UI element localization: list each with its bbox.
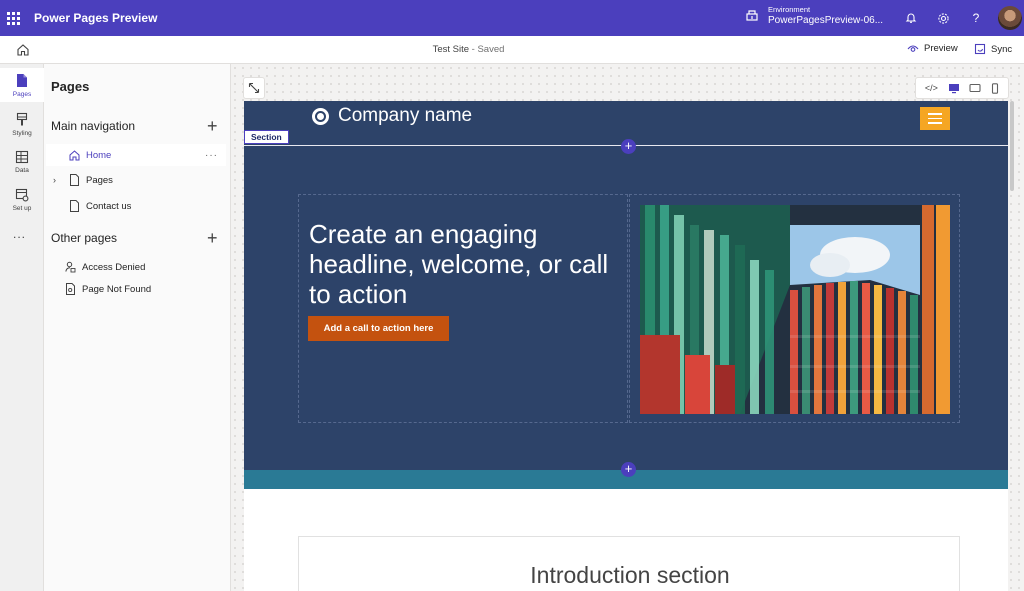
left-rail: Pages Styling Data Set up ... [0,64,44,591]
panel-title: Pages [51,79,90,94]
page-icon [70,174,79,186]
nav-item-label: Contact us [86,200,132,212]
nav-item-home[interactable]: Home ··· [46,144,226,166]
mobile-view-button[interactable] [991,82,999,94]
view-toolbar: </> [915,77,1009,99]
nav-item-page-not-found[interactable]: Page Not Found [46,278,226,300]
code-view-button[interactable]: </> [925,83,938,93]
main-navigation-heading: Main navigation [51,119,136,133]
hero-section[interactable]: Create an engaging headline, welcome, or… [244,146,1008,470]
tablet-view-button[interactable] [969,83,981,93]
rail-label-pages: Pages [12,90,32,98]
code-icon: </> [924,83,938,93]
plus-icon: + [207,116,218,136]
person-lock-icon [65,261,76,273]
pages-panel: Pages Main navigation + Home ··· › Pages… [44,64,231,591]
home-icon [69,150,80,161]
add-other-page-button[interactable]: + [207,228,218,248]
nav-item-label: Page Not Found [82,283,152,295]
call-to-action-button[interactable]: Add a call to action here [308,316,449,341]
site-status: Test Site - Saved [0,44,937,55]
app-top-bar: Power Pages Preview Environment PowerPag… [0,0,1024,36]
command-bar: Test Site - Saved Preview Sync [0,36,1024,64]
hero-image-column[interactable] [629,194,960,423]
add-main-nav-page-button[interactable]: + [207,116,218,136]
plus-icon: + [624,138,633,153]
rail-item-data[interactable]: Data [0,145,44,179]
rail-item-styling[interactable]: Styling [0,107,44,141]
section-label[interactable]: Section [244,130,289,144]
hero-text-column[interactable]: Create an engaging headline, welcome, or… [298,194,628,423]
rail-label-styling: Styling [12,129,32,137]
other-pages-heading: Other pages [51,231,118,245]
environment-label: Environment [768,5,811,14]
site-preview: Company name Create an engaging headline… [244,101,1008,591]
page-icon [17,73,27,87]
hero-headline[interactable]: Create an engaging headline, welcome, or… [309,219,609,309]
sync-label: Sync [991,43,1013,55]
app-launcher-button[interactable] [0,0,26,36]
site-name: Test Site [432,44,470,55]
environment-name: PowerPagesPreview-06... [768,15,884,26]
hamburger-icon [928,113,942,115]
desktop-icon [948,83,959,93]
rail-label-setup: Set up [12,205,32,212]
company-name: Company name [338,105,473,126]
environment-picker[interactable]: Environment PowerPagesPreview-06... [745,4,883,26]
plus-icon: + [624,461,633,476]
rail-more-button[interactable]: ... [13,227,26,241]
nav-item-access-denied[interactable]: Access Denied [46,256,226,278]
introduction-title[interactable]: Introduction section [299,562,961,589]
app-title[interactable]: Power Pages Preview [34,11,157,25]
nav-item-label: Access Denied [82,261,146,273]
page-icon [70,200,79,212]
add-section-button-bottom[interactable]: + [621,462,636,477]
desktop-view-button[interactable] [948,83,960,94]
hero-image[interactable] [640,205,950,414]
sync-icon [974,43,986,55]
eye-icon [907,44,919,52]
chevron-right-icon[interactable]: › [53,175,56,185]
expand-canvas-button[interactable] [243,77,265,99]
rail-item-setup[interactable]: Set up [0,183,44,217]
nav-item-label: Home [86,149,112,161]
preview-button[interactable]: Preview [907,43,958,54]
menu-button[interactable] [920,107,950,130]
question-icon: ? [972,11,980,25]
help-button[interactable]: ? [968,10,984,26]
nav-item-pages[interactable]: › Pages [46,169,226,191]
plus-icon: + [207,228,218,248]
settings-button[interactable] [935,10,951,26]
avatar[interactable] [998,6,1022,30]
gear-icon [937,12,949,24]
save-status: Saved [477,44,505,55]
rail-item-pages[interactable]: Pages [0,68,44,102]
mobile-icon [992,82,999,94]
table-icon [15,150,29,164]
notifications-button[interactable] [903,10,919,26]
environment-icon [746,10,758,21]
sync-button[interactable]: Sync [974,43,1012,55]
page-search-icon [66,283,75,295]
bell-icon [905,13,917,23]
preview-label: Preview [924,43,958,54]
nav-item-contact-us[interactable]: Contact us [46,195,226,217]
more-options-icon[interactable]: ··· [205,150,218,161]
company-logo-icon [312,108,329,125]
introduction-section[interactable]: Introduction section [298,536,960,591]
building-facade-image [640,205,950,414]
paintbrush-icon [16,112,28,125]
nav-item-label: Pages [86,174,113,186]
tablet-icon [969,83,981,93]
setup-icon [15,188,29,202]
rail-label-data: Data [15,167,29,174]
add-section-button-top[interactable]: + [621,139,636,154]
expand-icon [248,82,260,94]
waffle-icon [6,11,20,25]
canvas-scrollbar[interactable] [1010,101,1014,191]
